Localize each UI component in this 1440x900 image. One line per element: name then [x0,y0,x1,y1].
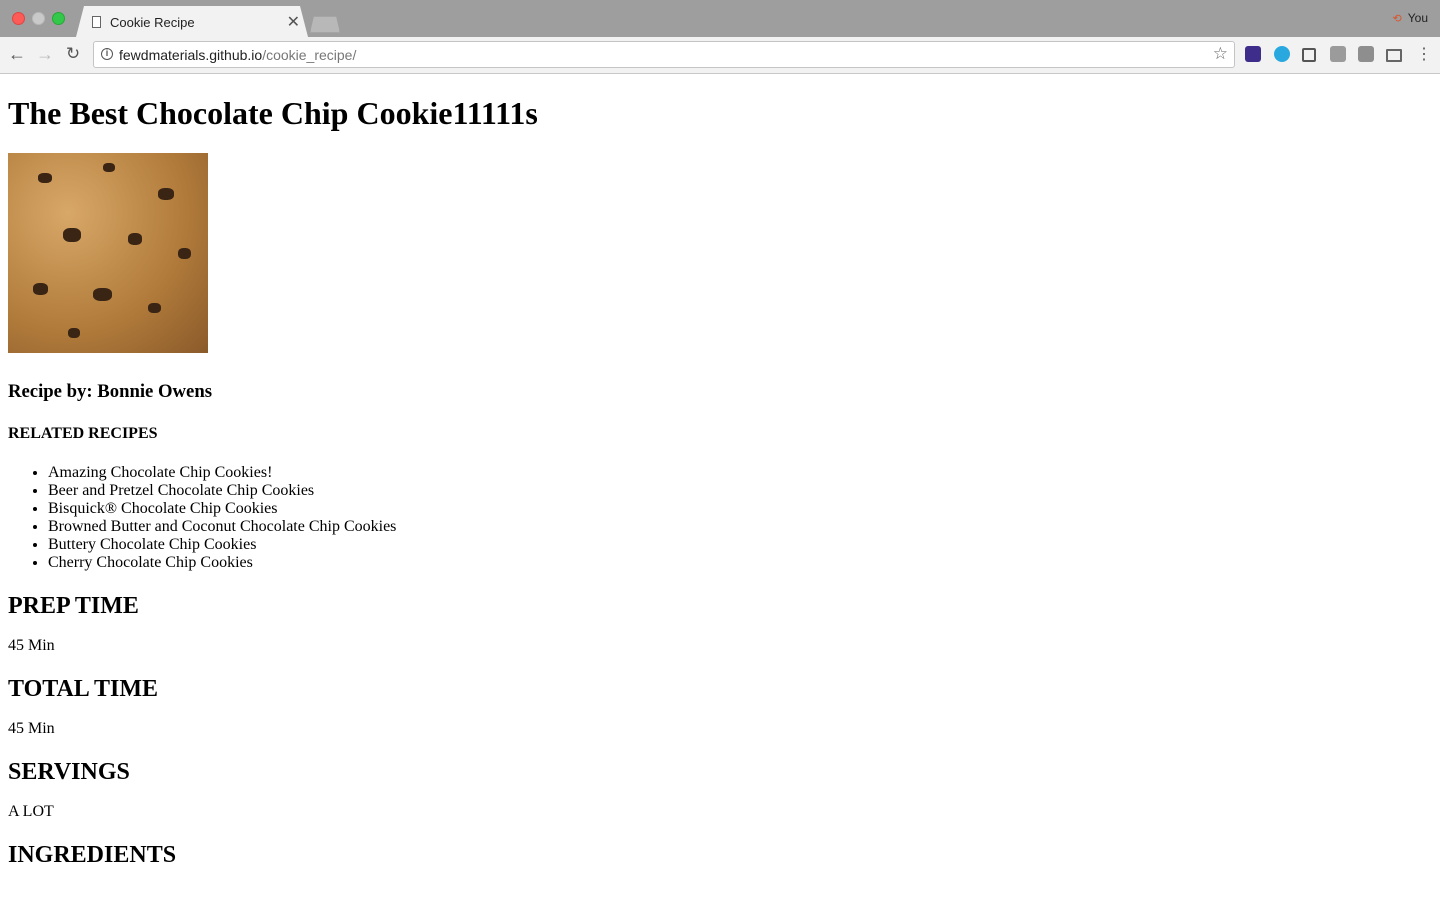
profile-button[interactable]: ⟲ You [1393,11,1428,25]
extension-icon[interactable] [1302,48,1316,62]
url-path: /cookie_recipe/ [262,47,357,63]
ingredients-heading: INGREDIENTS [8,842,177,868]
related-recipes-heading: RELATED RECIPES [8,425,158,442]
prep-time-heading: PREP TIME [8,593,139,619]
cast-icon[interactable] [1386,49,1402,62]
extension-icon[interactable] [1274,46,1290,62]
related-recipes-list: Amazing Chocolate Chip Cookies! Beer and… [8,464,1432,572]
extension-icon[interactable] [1245,46,1261,62]
list-item: Bisquick® Chocolate Chip Cookies [48,500,1432,518]
title-bar: Cookie Recipe ✕ ⟲ You [0,0,1440,37]
profile-name: You [1407,11,1428,25]
extension-icon[interactable] [1330,46,1346,62]
address-bar[interactable]: i fewdmaterials.github.io/cookie_recipe/… [93,41,1235,68]
new-tab-button[interactable] [310,16,340,33]
total-time-heading: TOTAL TIME [8,676,159,702]
page-title: The Best Chocolate Chip Cookie11111s [8,95,538,131]
bookmark-star-icon[interactable]: ☆ [1213,44,1228,64]
total-time-value: 45 Min [8,720,55,737]
list-item: Buttery Chocolate Chip Cookies [48,536,1432,554]
page-content: The Best Chocolate Chip Cookie11111s Rec… [8,74,1432,869]
servings-heading: SERVINGS [8,759,130,785]
back-arrow-icon[interactable]: ← [6,43,28,65]
reload-icon[interactable]: ↻ [62,43,84,65]
list-item: Amazing Chocolate Chip Cookies! [48,464,1432,482]
list-item: Cherry Chocolate Chip Cookies [48,554,1432,572]
toolbar: ← → ↻ i fewdmaterials.github.io/cookie_r… [0,37,1440,74]
list-item: Beer and Pretzel Chocolate Chip Cookies [48,482,1432,500]
list-item: Browned Butter and Coconut Chocolate Chi… [48,518,1432,536]
menu-icon[interactable]: ⋮ [1416,44,1432,64]
recipe-author: Recipe by: Bonnie Owens [8,381,213,402]
tab-title: Cookie Recipe [110,15,195,30]
profile-icon: ⟲ [1392,13,1402,25]
url-text[interactable]: fewdmaterials.github.io/cookie_recipe/ [119,47,356,63]
active-tab[interactable]: Cookie Recipe ✕ [76,6,308,37]
page-icon [92,16,101,28]
close-window-button[interactable] [12,12,25,25]
prep-time-value: 45 Min [8,637,55,654]
close-tab-icon[interactable]: ✕ [287,12,300,32]
minimize-window-button[interactable] [32,12,45,25]
cookie-image [8,153,208,353]
url-host: fewdmaterials.github.io [119,47,263,63]
browser-chrome: Cookie Recipe ✕ ⟲ You ← → ↻ i fewdmateria… [0,0,1440,74]
extension-icon[interactable] [1358,46,1374,62]
forward-arrow-icon[interactable]: → [34,43,56,65]
zoom-window-button[interactable] [52,12,65,25]
servings-value: A LOT [8,803,54,820]
site-info-icon[interactable]: i [101,48,113,60]
